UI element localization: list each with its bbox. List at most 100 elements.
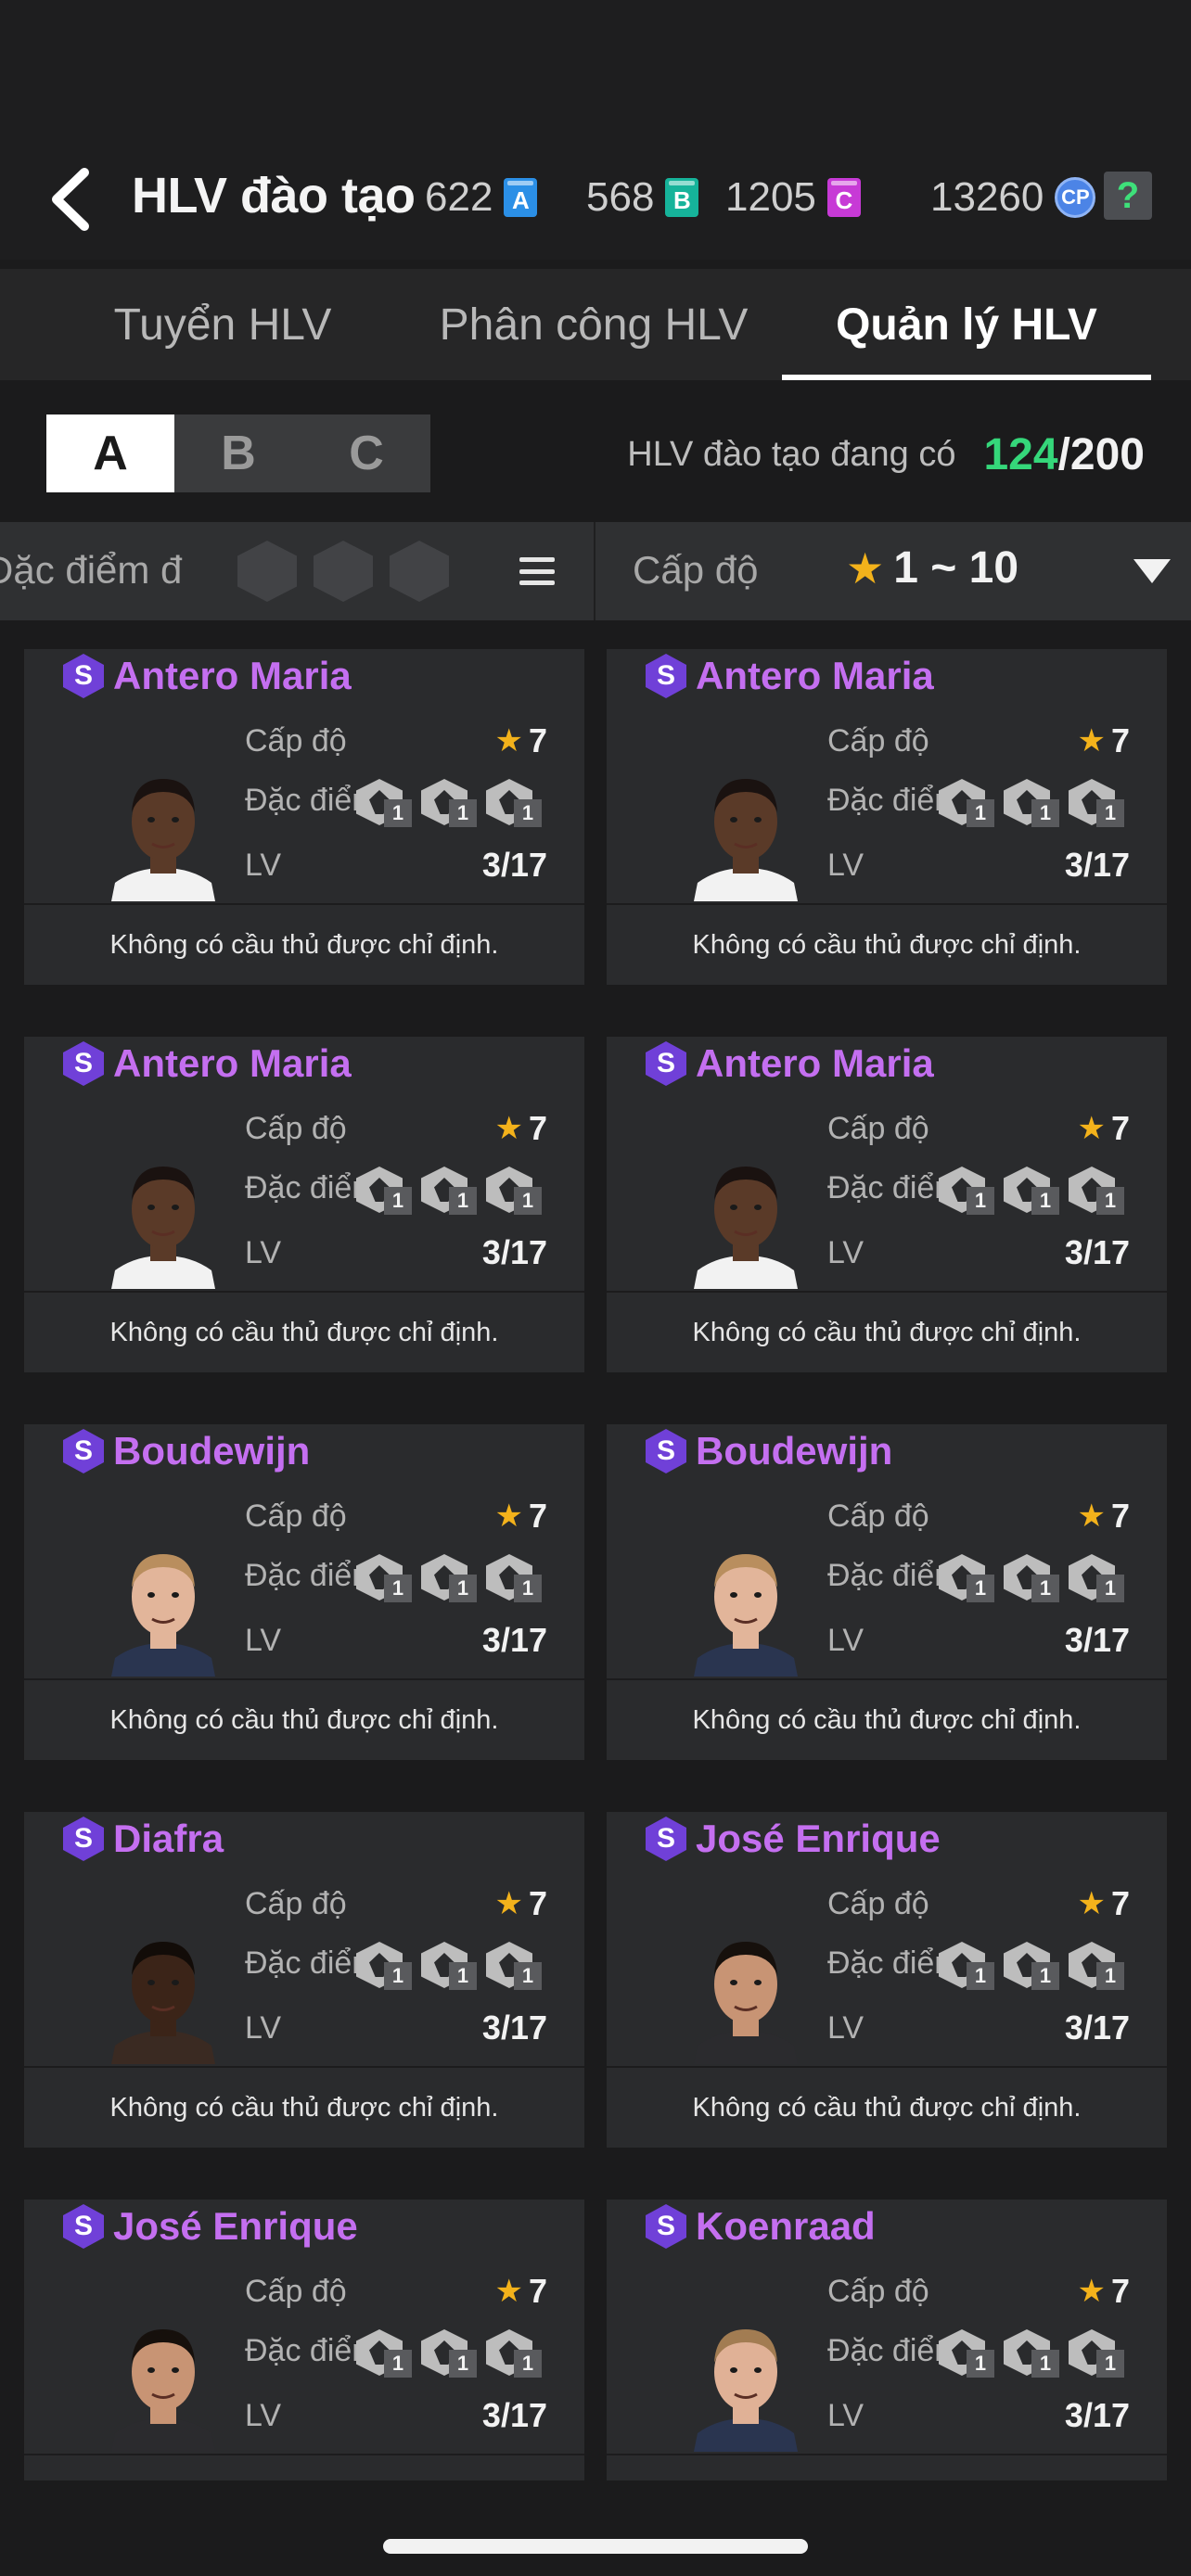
coach-lv: 3/17 <box>482 2396 547 2435</box>
empty-trait-slot-icon[interactable] <box>237 541 297 602</box>
coach-lv: 3/17 <box>482 846 547 885</box>
trait-badge[interactable]: 1 <box>939 1554 998 1602</box>
chevron-left-icon <box>52 168 89 231</box>
trait-badge[interactable]: 1 <box>1069 779 1128 827</box>
trait-badge[interactable]: 1 <box>421 779 480 827</box>
coach-card[interactable]: S Antero Maria Cấp độ ★ 7 Đặc điểm 1 1 1… <box>607 649 1167 985</box>
lv-label: LV <box>827 848 864 883</box>
assigned-player-status: Không có cầu thủ được chỉ định. <box>24 1291 584 1372</box>
coach-lv-value: 3/17 <box>481 2009 547 2047</box>
menu-icon[interactable] <box>519 557 555 585</box>
coach-level: ★ 7 <box>1077 721 1130 760</box>
segment-b[interactable]: B <box>174 414 302 492</box>
s-tier-badge-icon: S <box>63 1041 104 1086</box>
coach-card[interactable]: S Boudewijn Cấp độ ★ 7 Đặc điểm 1 1 1 LV… <box>607 1424 1167 1760</box>
trait-level: 1 <box>1031 1575 1059 1602</box>
empty-trait-slot-icon[interactable] <box>314 541 373 602</box>
trait-badge[interactable]: 1 <box>356 2329 416 2378</box>
trait-badge[interactable]: 1 <box>1069 2329 1128 2378</box>
trait-badge[interactable]: 1 <box>421 1942 480 1990</box>
trait-badge[interactable]: 1 <box>356 779 416 827</box>
lv-label: LV <box>827 1623 864 1658</box>
dropdown-caret-icon[interactable] <box>1133 559 1171 583</box>
home-indicator <box>383 2539 808 2554</box>
coach-portrait <box>690 1536 801 1677</box>
trait-badge[interactable]: 1 <box>939 779 998 827</box>
trait-badge[interactable]: 1 <box>1069 1167 1128 1215</box>
coach-card[interactable]: S Antero Maria Cấp độ ★ 7 Đặc điểm 1 1 1… <box>24 649 584 985</box>
coach-card[interactable]: S José Enrique Cấp độ ★ 7 Đặc điểm 1 1 1… <box>607 1812 1167 2148</box>
trait-badge[interactable]: 1 <box>1004 1167 1063 1215</box>
segment-a[interactable]: A <box>46 414 174 492</box>
trait-badge[interactable]: 1 <box>356 1942 416 1990</box>
trait-level: 1 <box>967 2350 994 2378</box>
trait-level: 1 <box>514 1575 542 1602</box>
coach-lv: 3/17 <box>1065 1621 1130 1660</box>
level-label: Cấp độ <box>245 1498 347 1534</box>
coach-card[interactable]: S Antero Maria Cấp độ ★ 7 Đặc điểm 1 1 1… <box>607 1037 1167 1372</box>
coach-name: Diafra <box>113 1817 224 1860</box>
coach-ticket-b-icon: B <box>665 178 699 217</box>
level-filter-label: Cấp độ <box>633 548 759 592</box>
trait-badge[interactable]: 1 <box>486 1942 545 1990</box>
tab-recruit-coach[interactable]: Tuyển HLV <box>37 269 408 380</box>
segment-c[interactable]: C <box>302 414 430 492</box>
coach-level-value: 7 <box>1110 721 1130 759</box>
level-filter[interactable]: Cấp độ ★ 1 ~ 10 <box>596 522 1191 620</box>
trait-level: 1 <box>1031 799 1059 827</box>
coach-level-value: 7 <box>528 1109 547 1147</box>
coach-level-value: 7 <box>528 721 547 759</box>
coach-card[interactable]: S José Enrique Cấp độ ★ 7 Đặc điểm 1 1 1… <box>24 2200 584 2480</box>
trait-badge[interactable]: 1 <box>421 1167 480 1215</box>
empty-trait-slot-icon[interactable] <box>390 541 449 602</box>
star-icon: ★ <box>494 1498 523 1534</box>
coach-level-value: 7 <box>1110 2272 1130 2310</box>
owned-label: HLV đào tạo đang có <box>627 434 956 474</box>
trait-badge[interactable]: 1 <box>1004 1554 1063 1602</box>
back-button[interactable] <box>33 162 108 236</box>
trait-badge[interactable]: 1 <box>486 2329 545 2378</box>
trait-badge[interactable]: 1 <box>939 1942 998 1990</box>
trait-badge[interactable]: 1 <box>1069 1942 1128 1990</box>
star-icon: ★ <box>1077 1111 1106 1146</box>
s-tier-badge-icon: S <box>646 654 686 698</box>
trait-badge[interactable]: 1 <box>356 1554 416 1602</box>
coach-level: ★ 7 <box>494 1109 547 1148</box>
coach-card[interactable]: S Boudewijn Cấp độ ★ 7 Đặc điểm 1 1 1 LV… <box>24 1424 584 1760</box>
coach-lv-value: 3/17 <box>1064 2396 1130 2434</box>
trait-level: 1 <box>384 1575 412 1602</box>
tab-manage-coach[interactable]: Quản lý HLV <box>782 269 1151 380</box>
coach-card[interactable]: S Diafra Cấp độ ★ 7 Đặc điểm 1 1 1 LV 3/… <box>24 1812 584 2148</box>
trait-level: 1 <box>514 799 542 827</box>
trait-badge[interactable]: 1 <box>421 1554 480 1602</box>
assigned-player-status: Không có cầu thủ được chỉ định. <box>607 1291 1167 1372</box>
star-icon: ★ <box>1077 723 1106 759</box>
coach-level-value: 7 <box>1110 1884 1130 1922</box>
trait-badge[interactable]: 1 <box>421 2329 480 2378</box>
trait-badge[interactable]: 1 <box>1004 1942 1063 1990</box>
trait-badge[interactable]: 1 <box>939 1167 998 1215</box>
help-button[interactable]: ? <box>1104 172 1152 220</box>
trait-badge[interactable]: 1 <box>486 1167 545 1215</box>
level-label: Cấp độ <box>245 1111 347 1146</box>
coach-portrait <box>690 1923 801 2064</box>
trait-badge[interactable]: 1 <box>939 2329 998 2378</box>
trait-badge[interactable]: 1 <box>1004 779 1063 827</box>
trait-level: 1 <box>449 1575 477 1602</box>
trait-badge[interactable]: 1 <box>486 779 545 827</box>
coach-portrait <box>690 2311 801 2452</box>
trait-filter[interactable]: Đặc điểm đ <box>0 522 596 620</box>
lv-label: LV <box>245 1623 282 1658</box>
coach-grid: S Antero Maria Cấp độ ★ 7 Đặc điểm 1 1 1… <box>0 649 1191 2480</box>
level-label: Cấp độ <box>245 723 347 759</box>
tab-assign-coach[interactable]: Phân công HLV <box>408 269 779 380</box>
coach-card[interactable]: S Antero Maria Cấp độ ★ 7 Đặc điểm 1 1 1… <box>24 1037 584 1372</box>
trait-badge[interactable]: 1 <box>356 1167 416 1215</box>
coach-lv-value: 3/17 <box>1064 2009 1130 2047</box>
trait-level: 1 <box>449 2350 477 2378</box>
coach-card[interactable]: S Koenraad Cấp độ ★ 7 Đặc điểm 1 1 1 LV … <box>607 2200 1167 2480</box>
trait-badge[interactable]: 1 <box>1004 2329 1063 2378</box>
owned-capacity: /200 <box>1057 429 1145 479</box>
trait-badge[interactable]: 1 <box>486 1554 545 1602</box>
trait-badge[interactable]: 1 <box>1069 1554 1128 1602</box>
